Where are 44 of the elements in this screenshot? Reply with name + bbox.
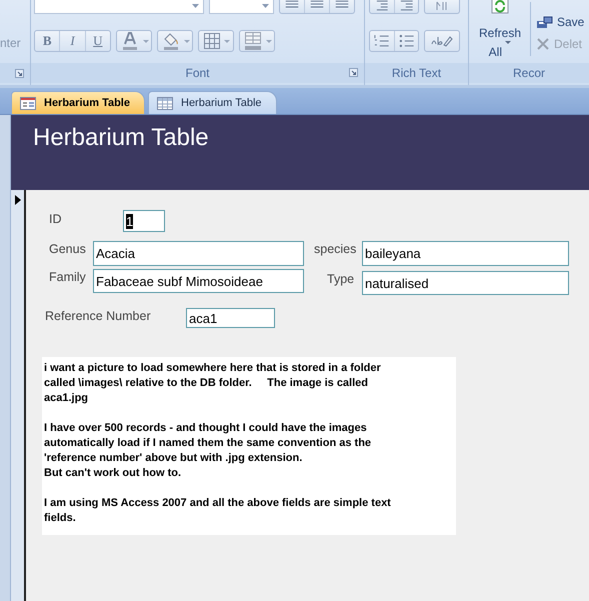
field-label: Genus: [49, 242, 86, 256]
refresh-icon: [490, 0, 510, 14]
text-field[interactable]: aca1: [186, 308, 275, 328]
save-icon: [536, 16, 553, 28]
field-label: Family: [49, 270, 86, 284]
field-label: Reference Number: [45, 309, 151, 323]
document-tab[interactable]: Herbarium Table: [11, 91, 145, 114]
field-label: Type: [327, 272, 354, 286]
group-label: Font: [185, 66, 210, 80]
alternate-fill-icon[interactable]: [242, 31, 262, 51]
caret-icon[interactable]: [266, 40, 272, 42]
document-tab[interactable]: Herbarium Table: [148, 91, 277, 114]
group-label: Rich Text: [392, 66, 442, 80]
group-label: Recor: [512, 66, 545, 80]
dialog-launcher-icon[interactable]: [349, 68, 358, 77]
note-paragraph: I am using MS Access 2007 and all the above fields are simple text fields.: [44, 496, 392, 526]
field-label: species: [314, 242, 356, 256]
note-paragraph: I have over 500 records - and thought I could have the images automatically load if I named them the same convention as the 'reference number' above but with .jpg extension. But can't work out how to.: [44, 421, 372, 481]
italic-button[interactable]: I: [60, 31, 86, 51]
form-title: Herbarium Table: [33, 124, 209, 152]
underline-button[interactable]: U: [86, 31, 110, 51]
text-field[interactable]: 1: [123, 210, 165, 232]
table-icon: [157, 96, 173, 110]
text-field[interactable]: Fabaceae subf Mimosoideae: [93, 269, 304, 293]
caret-icon: [192, 4, 199, 8]
caret-icon[interactable]: [184, 40, 190, 42]
caret-icon: [505, 41, 512, 44]
gridlines-icon[interactable]: [202, 32, 220, 50]
save-button[interactable]: Save: [536, 15, 584, 29]
delete-icon: [536, 37, 550, 51]
form-icon: [20, 96, 36, 110]
text-field[interactable]: baileyana: [362, 241, 569, 266]
text-field[interactable]: Acacia: [93, 241, 304, 266]
caret-icon[interactable]: [142, 40, 148, 42]
refresh-all-button[interactable]: Refresh All: [472, 0, 528, 60]
dialog-launcher-icon[interactable]: [15, 68, 24, 78]
field-label: ID: [49, 212, 62, 226]
highlighter-icon[interactable]: [430, 34, 454, 48]
current-record-icon: [14, 195, 20, 205]
text-field[interactable]: naturalised: [362, 271, 569, 295]
note-paragraph: i want a picture to load somewhere here that is stored in a folder called \images\ relative to the DB folder. The image is called aca1.jpg: [44, 361, 382, 406]
bold-button[interactable]: B: [35, 31, 60, 51]
caret-icon[interactable]: [224, 40, 230, 42]
caret-icon: [262, 4, 269, 8]
